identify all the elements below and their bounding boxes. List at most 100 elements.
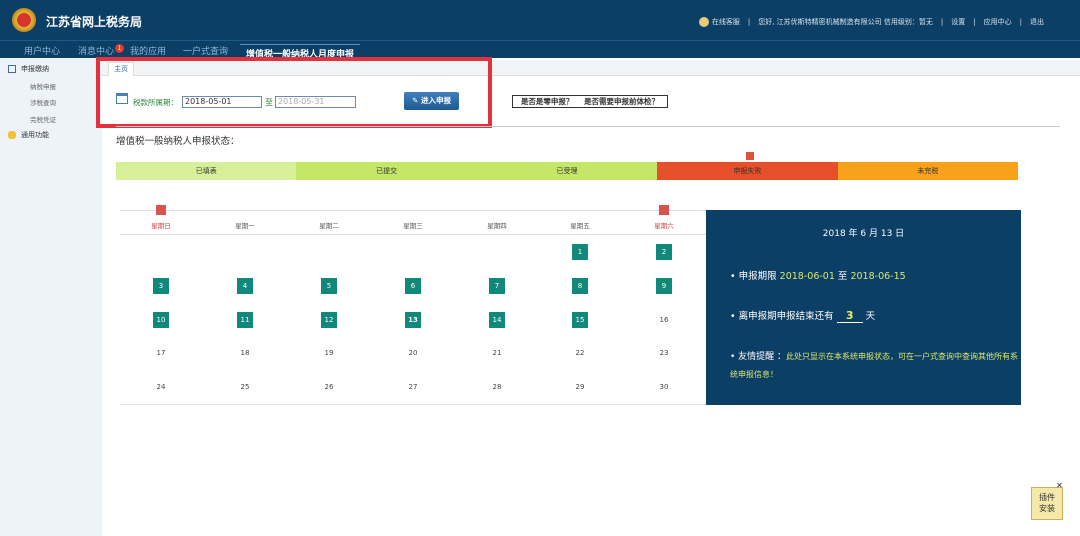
weekday-header: 星期一 (235, 222, 255, 230)
calendar-day[interactable]: 7 (489, 278, 505, 294)
divider: | (747, 18, 751, 26)
remaining-prefix: 离申报期申报结束还有 (738, 311, 834, 322)
plugin-label: 安装 (1039, 504, 1055, 513)
sidebar-group-label: 申报缴纳 (21, 65, 49, 73)
weekday-header: 星期五 (570, 222, 590, 230)
online-service-label: 在线客服 (711, 18, 740, 26)
sidebar-group-label: 通用功能 (21, 131, 49, 139)
calendar-day[interactable]: 6 (405, 278, 421, 294)
nav-message-label: 消息中心 (78, 47, 115, 57)
sidebar-item-tax-certificate[interactable]: 完税凭证 (30, 114, 56, 124)
calendar-day[interactable]: 24 (153, 379, 169, 395)
status-title: 增值税一般纳税人申报状态： (116, 136, 240, 147)
divider: | (940, 18, 944, 26)
calendar-header: 星期日 星期一 星期二 星期三 星期四 星期五 星期六 (120, 205, 706, 235)
settings-link[interactable]: 设置 (951, 17, 965, 27)
logout-link[interactable]: 退出 (1030, 17, 1044, 27)
nav-user-center[interactable]: 用户中心 (24, 44, 60, 57)
weekday-header: 星期三 (403, 222, 423, 230)
divider: | (973, 18, 976, 26)
folder-icon (8, 131, 16, 139)
calendar-day[interactable]: 15 (572, 312, 588, 328)
weekday-header: 星期日 (151, 222, 171, 230)
pre-check-link[interactable]: 是否需要申报前体检？ (584, 97, 659, 106)
calendar-day[interactable]: 1 (572, 244, 588, 260)
calendar-day[interactable]: 14 (489, 312, 505, 328)
weekday-header: 星期六 (654, 222, 674, 230)
status-step: 申报失败 (657, 162, 838, 180)
calendar-day[interactable]: 13 (405, 312, 421, 328)
weekday-header: 星期二 (319, 222, 339, 230)
calendar-day[interactable]: 19 (321, 345, 337, 361)
calendar-day[interactable]: 11 (237, 312, 253, 328)
filing-questions: 是否是零申报？ 是否需要申报前体检？ (512, 95, 668, 108)
nav-query[interactable]: 一户式查询 (183, 44, 228, 57)
status-step: 已提交 (296, 162, 477, 180)
calendar-day[interactable]: 29 (572, 379, 588, 395)
nav-my-apps[interactable]: 我的应用 (130, 44, 166, 57)
calendar-day[interactable]: 9 (656, 278, 672, 294)
tax-emblem-logo (12, 8, 36, 32)
divider (116, 126, 1060, 127)
calendar-day[interactable]: 23 (656, 345, 672, 361)
calendar-day[interactable]: 18 (237, 345, 253, 361)
calendar-day[interactable]: 8 (572, 278, 588, 294)
grid-icon (8, 65, 16, 73)
app-center-link[interactable]: 应用中心 (984, 17, 1012, 27)
remaining-days-row: • 离申报期申报结束还有 3 天 (730, 309, 876, 323)
period-end: 2018-06-15 (850, 271, 906, 282)
calendar-day[interactable]: 20 (405, 345, 421, 361)
calendar-day[interactable]: 26 (321, 379, 337, 395)
calendar-day[interactable]: 25 (237, 379, 253, 395)
plugin-label: 插件 (1039, 493, 1055, 502)
current-date: 2018 年 6 月 13 日 (822, 229, 905, 239)
calendar-day[interactable]: 28 (489, 379, 505, 395)
user-greeting: 您好, 江苏优斯特精密机械制造有限公司 信用级别：暂无 (758, 18, 933, 26)
weekend-marker-icon (659, 205, 669, 215)
filing-info-panel: 2018 年 6 月 13 日 • 申报期限 2018-06-01 至 2018… (706, 210, 1021, 405)
friendly-tip: • 友情提醒 ：此处只显示在本系统申报状态，可在一户式查询中查询其他所有系统申报… (730, 352, 1019, 379)
sidebar: 申报缴纳 纳税申报 涉税查询 完税凭证 通用功能 (0, 58, 102, 536)
top-header: 江苏省网上税务局 在线客服 | 您好, 江苏优斯特精密机械制造有限公司 信用级别… (0, 0, 1080, 40)
calendar-day[interactable]: 16 (656, 312, 672, 328)
calendar-day[interactable]: 22 (572, 345, 588, 361)
sidebar-item-tax-filing[interactable]: 纳税申报 (30, 81, 56, 91)
tip-label: 友情提醒 ： (738, 352, 787, 362)
period-label: 申报期限 (738, 271, 777, 282)
remaining-days: 3 (836, 309, 863, 323)
period-to: 至 (837, 271, 848, 282)
close-icon[interactable]: ✕ (1055, 481, 1064, 490)
online-service-link[interactable]: 在线客服 (698, 17, 740, 27)
period-start: 2018-06-01 (779, 271, 835, 282)
highlight-box (96, 57, 492, 128)
weekday-header: 星期四 (487, 222, 507, 230)
message-badge: 1 (115, 44, 125, 53)
sidebar-group-common[interactable]: 通用功能 (8, 130, 49, 140)
calendar-day[interactable]: 5 (321, 278, 337, 294)
status-step: 已受理 (476, 162, 658, 180)
flag-icon (746, 152, 754, 160)
calendar-day[interactable]: 27 (405, 379, 421, 395)
status-step: 未完税 (837, 162, 1019, 180)
customer-service-icon (698, 17, 709, 27)
site-title: 江苏省网上税务局 (46, 15, 143, 29)
sidebar-group-filing[interactable]: 申报缴纳 (8, 64, 49, 74)
calendar-day[interactable]: 4 (237, 278, 253, 294)
calendar-day[interactable]: 10 (153, 312, 169, 328)
calendar-day[interactable]: 17 (153, 345, 169, 361)
status-progress-bar: 已填表 已提交 已受理 申报失败 未完税 (116, 162, 1019, 180)
sidebar-item-tax-query[interactable]: 涉税查询 (30, 97, 56, 107)
main-nav: 用户中心 消息中心 1 我的应用 一户式查询 增值税一般纳税人月度申报 (0, 40, 1080, 60)
calendar-day[interactable]: 2 (656, 244, 672, 260)
divider (120, 404, 706, 405)
zero-filing-link[interactable]: 是否是零申报？ (521, 97, 574, 106)
plugin-install-button[interactable]: 插件 安装 (1031, 487, 1063, 520)
status-step: 已填表 (116, 162, 297, 180)
calendar-day[interactable]: 12 (321, 312, 337, 328)
remaining-suffix: 天 (865, 311, 876, 322)
calendar-day[interactable]: 30 (656, 379, 672, 395)
nav-message-center[interactable]: 消息中心 1 (78, 44, 125, 57)
calendar-day[interactable]: 21 (489, 345, 505, 361)
calendar-day[interactable]: 3 (153, 278, 169, 294)
filing-period-row: • 申报期限 2018-06-01 至 2018-06-15 (730, 271, 906, 282)
